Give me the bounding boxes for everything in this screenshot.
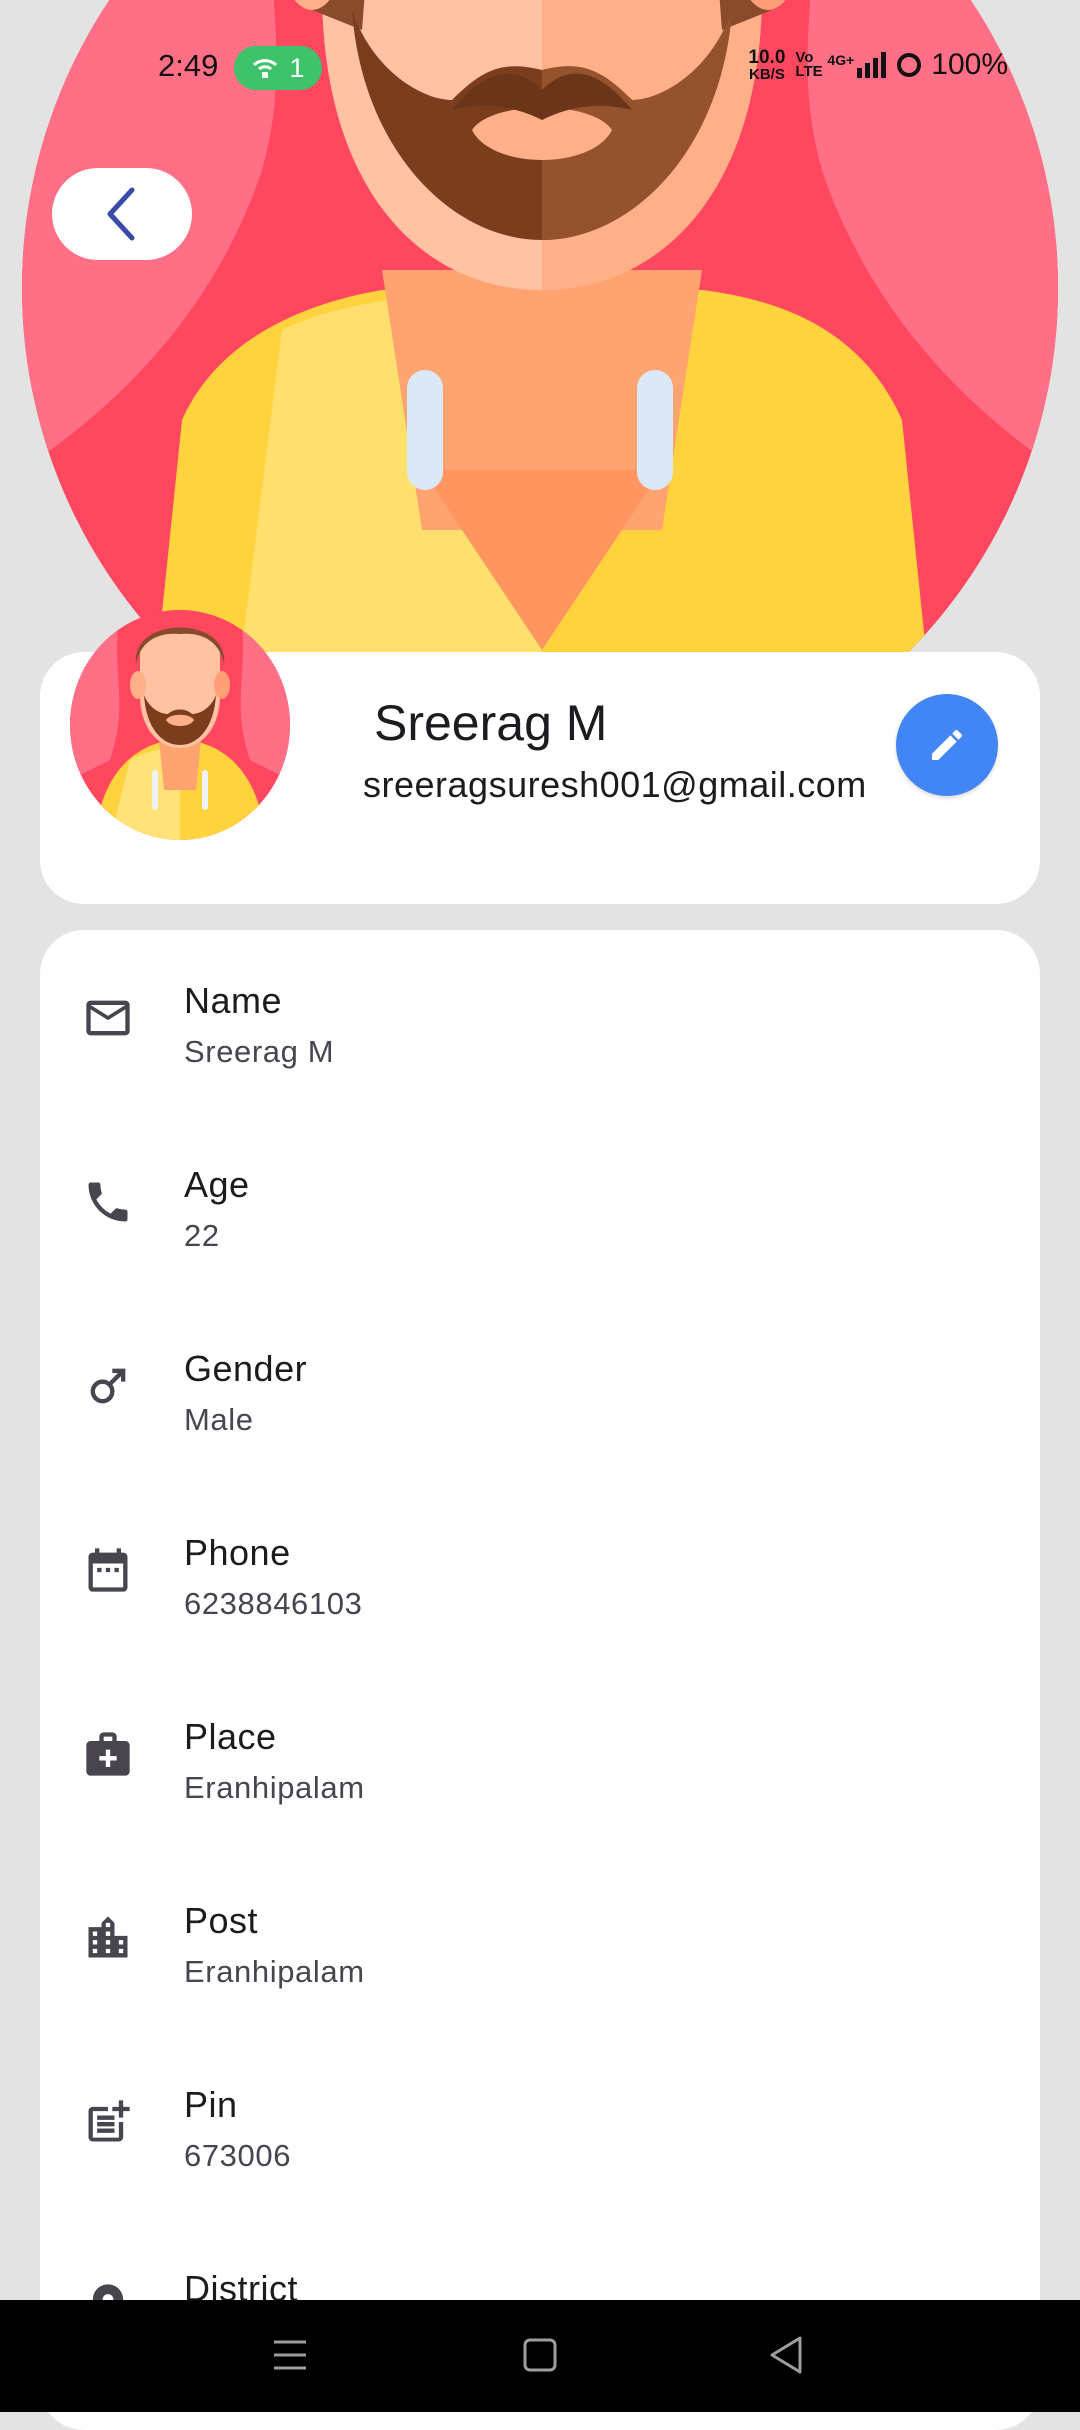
status-bar: 2:49 1 10.0 KB/S Vo LTE 4G+ 100% — [0, 0, 1080, 138]
detail-label: Phone — [184, 1532, 291, 1573]
detail-label: Age — [184, 1164, 250, 1205]
post-add-icon — [88, 2100, 130, 2142]
signal-icon — [857, 52, 887, 78]
detail-label: Post — [184, 1900, 259, 1941]
detail-value: Sreerag M — [184, 1034, 335, 1069]
detail-value: 22 — [184, 1218, 220, 1253]
detail-item-place[interactable]: Place Eranhipalam — [40, 1666, 1040, 1850]
city-icon — [88, 1916, 128, 1958]
pencil-icon — [932, 729, 963, 760]
detail-value: Eranhipalam — [184, 1770, 365, 1805]
signal-label: 4G+ — [827, 52, 855, 68]
battery-percent: 100% — [931, 48, 1008, 81]
detail-value: 6238846103 — [184, 1586, 363, 1621]
signal-indicator: 4G+ — [827, 52, 887, 78]
detail-item-gender[interactable]: Gender Male — [40, 1298, 1040, 1482]
detail-label: Name — [184, 980, 283, 1021]
hotspot-icon — [253, 59, 278, 78]
net-speed: 10.0 KB/S — [748, 48, 785, 82]
detail-label: Pin — [184, 2084, 238, 2125]
calendar-icon — [88, 1548, 128, 1592]
detail-label: Place — [184, 1716, 277, 1757]
detail-value: 673006 — [184, 2138, 292, 2173]
hotspot-indicator: 1 — [234, 46, 322, 90]
male-icon — [90, 1368, 126, 1404]
back-nav-icon[interactable] — [766, 2330, 806, 2380]
detail-item-post[interactable]: Post Eranhipalam — [40, 1850, 1040, 2034]
detail-item-name[interactable]: Name Sreerag M — [40, 930, 1040, 1114]
detail-value: Eranhipalam — [184, 1954, 365, 1989]
details-card: Name Sreerag M Age 22 Gender Male Phone … — [40, 930, 1040, 2430]
system-nav-bar — [0, 2300, 1080, 2412]
detail-item-phone[interactable]: Phone 6238846103 — [40, 1482, 1040, 1666]
profile-name: Sreerag M — [374, 695, 608, 751]
detail-label: Gender — [184, 1348, 308, 1389]
edit-profile-button[interactable] — [896, 694, 998, 796]
avatar — [70, 610, 290, 840]
phone-icon — [88, 1182, 128, 1222]
medical-bag-icon — [86, 1732, 130, 1776]
chevron-left-icon — [107, 187, 135, 241]
profile-card: Sreerag M sreeragsuresh001@gmail.com — [40, 610, 1040, 904]
back-button[interactable] — [52, 168, 192, 260]
profile-email: sreeragsuresh001@gmail.com — [363, 764, 867, 805]
volte-indicator: Vo LTE — [795, 49, 823, 80]
status-time: 2:49 — [158, 48, 219, 83]
mail-icon — [86, 1000, 130, 1036]
net-speed-value: 10.0 — [748, 47, 786, 68]
detail-item-age[interactable]: Age 22 — [40, 1114, 1040, 1298]
home-icon[interactable] — [521, 2330, 559, 2380]
battery-icon — [897, 53, 922, 77]
recent-apps-icon[interactable] — [270, 2330, 310, 2380]
detail-item-pin[interactable]: Pin 673006 — [40, 2034, 1040, 2218]
hotspot-count: 1 — [289, 52, 305, 83]
net-speed-unit: KB/S — [748, 66, 785, 83]
detail-value: Male — [184, 1402, 254, 1437]
